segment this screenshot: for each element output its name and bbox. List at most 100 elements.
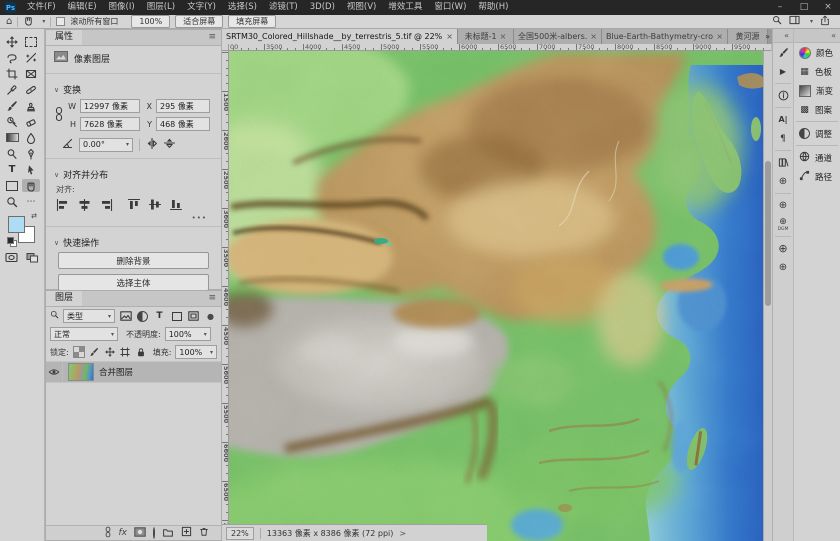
workspace-caret-icon[interactable]: ▾	[810, 18, 813, 25]
menu-window[interactable]: 窗口(W)	[428, 0, 472, 15]
panel-item-gradients[interactable]: 渐变	[794, 81, 840, 100]
align-center-v-icon[interactable]	[149, 198, 161, 214]
menu-image[interactable]: 图像(I)	[103, 0, 141, 15]
map-canvas[interactable]	[229, 51, 763, 541]
close-tab-icon[interactable]: ×	[500, 32, 507, 41]
panel-icon-actions[interactable]: ▶	[773, 62, 793, 81]
blur-tool[interactable]	[22, 131, 40, 144]
panel-icon-georeference[interactable]: ⊕	[773, 196, 793, 215]
filter-adjustment-icon[interactable]	[136, 310, 149, 322]
minimize-button[interactable]: –	[768, 0, 792, 15]
width-input[interactable]: 12997 像素	[80, 99, 140, 113]
flip-vertical-icon[interactable]	[164, 137, 175, 152]
layer-effects-icon[interactable]: fx	[119, 528, 128, 538]
align-right-icon[interactable]	[100, 199, 113, 214]
tab-overflow-icon[interactable]: »	[765, 29, 770, 44]
properties-tab[interactable]: 属性	[46, 30, 82, 45]
lock-all-icon[interactable]	[135, 346, 147, 358]
menu-type[interactable]: 文字(Y)	[181, 0, 222, 15]
collapse-dock-icon[interactable]: «	[784, 31, 789, 40]
constrain-link-icon[interactable]	[54, 106, 64, 125]
rotation-input[interactable]: 0.00° ▾	[79, 138, 133, 152]
align-left-icon[interactable]	[56, 199, 69, 214]
edit-toolbar-icon[interactable]: ⋯	[22, 195, 40, 208]
home-icon[interactable]: ⌂	[6, 16, 12, 27]
x-input[interactable]: 295 像素	[156, 99, 210, 113]
history-brush-tool[interactable]	[3, 115, 21, 128]
close-button[interactable]: ×	[816, 0, 840, 15]
h-ruler[interactable]: 0035004000450050005500600065007000750080…	[229, 44, 771, 51]
lock-position-icon[interactable]	[104, 346, 116, 358]
dodge-tool[interactable]	[3, 147, 21, 160]
lock-transparent-icon[interactable]	[73, 346, 85, 358]
panel-item-channels[interactable]: 通道	[794, 148, 840, 167]
scrollbar-thumb[interactable]	[765, 161, 771, 306]
new-layer-icon[interactable]	[181, 526, 192, 540]
flip-horizontal-icon[interactable]	[146, 138, 158, 152]
panel-menu-icon[interactable]: ≡	[203, 30, 221, 45]
close-tab-icon[interactable]: ×	[590, 32, 597, 41]
filter-type-icon[interactable]: T	[153, 310, 166, 322]
workspace-switcher-icon[interactable]	[789, 15, 800, 28]
close-tab-icon[interactable]: ×	[446, 32, 453, 41]
menu-filter[interactable]: 滤镜(T)	[263, 0, 304, 15]
align-bottom-icon[interactable]	[170, 198, 182, 214]
panel-item-paths[interactable]: 路径	[794, 167, 840, 186]
layer-visibility-toggle[interactable]	[46, 362, 63, 382]
layers-tab[interactable]: 图层	[46, 291, 82, 306]
panel-item-adjustments[interactable]: 调整	[794, 124, 840, 143]
opacity-select[interactable]: 100%▾	[165, 327, 211, 341]
scroll-all-windows-checkbox[interactable]	[56, 17, 65, 26]
fill-select[interactable]: 100%▾	[175, 345, 217, 359]
eraser-tool[interactable]	[22, 115, 40, 128]
fit-screen-button[interactable]: 适合屏幕	[175, 15, 223, 28]
menu-help[interactable]: 帮助(H)	[472, 0, 514, 15]
marquee-tool[interactable]	[22, 35, 40, 48]
remove-background-button[interactable]: 删除背景	[58, 252, 209, 269]
brush-tool[interactable]	[3, 99, 21, 112]
zoom-tool[interactable]	[3, 195, 21, 208]
layer-name[interactable]: 合并图层	[99, 366, 133, 378]
layer-mask-icon[interactable]	[134, 527, 146, 540]
adjustment-layer-icon[interactable]	[153, 528, 155, 538]
panel-icon-info[interactable]	[773, 86, 793, 105]
foreground-color-swatch[interactable]	[8, 216, 25, 233]
panel-item-swatches[interactable]: ▦ 色板	[794, 62, 840, 81]
fill-screen-button[interactable]: 填充屏幕	[228, 15, 276, 28]
share-icon[interactable]	[820, 15, 830, 29]
quick-mask-icon[interactable]	[5, 252, 18, 266]
filter-smart-object-icon[interactable]	[187, 310, 200, 322]
filter-type-select[interactable]: 类型▾	[63, 309, 115, 323]
height-input[interactable]: 7628 像素	[80, 117, 140, 131]
v-ruler[interactable]: 1500200025003000350040004500500055006000…	[222, 51, 229, 524]
align-more-icon[interactable]: •••	[46, 214, 221, 222]
align-center-h-icon[interactable]	[78, 199, 91, 214]
pen-tool[interactable]	[22, 147, 40, 160]
menu-3d[interactable]: 3D(D)	[304, 0, 341, 15]
menu-plugins[interactable]: 增效工具	[382, 0, 428, 15]
panel-icon-globe[interactable]: ⊕	[773, 239, 793, 258]
panel-icon-measurement[interactable]: ⊕	[773, 172, 793, 191]
menu-layer[interactable]: 图层(L)	[141, 0, 181, 15]
swap-colors-icon[interactable]: ⇄	[31, 212, 37, 220]
restore-button[interactable]: □	[792, 0, 816, 15]
panel-icon-character[interactable]: A|	[773, 110, 793, 129]
search-icon[interactable]	[772, 15, 782, 28]
panel-icon-paragraph[interactable]: ¶	[773, 129, 793, 148]
doc-tab-srtm[interactable]: SRTM30_Colored_Hillshade__by_terrestris_…	[222, 29, 458, 44]
crop-tool[interactable]	[3, 67, 21, 80]
frame-tool[interactable]	[22, 67, 40, 80]
panel-icon-globe-info[interactable]: ⊕	[773, 258, 793, 277]
panel-icon-brush-settings[interactable]	[773, 43, 793, 62]
type-tool[interactable]: T	[3, 163, 21, 176]
delete-layer-icon[interactable]	[199, 526, 209, 540]
canvas-scrollbar[interactable]	[763, 51, 772, 541]
y-input[interactable]: 468 像素	[156, 117, 210, 131]
object-selection-tool[interactable]	[22, 51, 40, 64]
zoom-100-button[interactable]: 100%	[131, 15, 170, 28]
hand-tool[interactable]	[22, 179, 40, 192]
healing-brush-tool[interactable]	[22, 83, 40, 96]
menu-view[interactable]: 视图(V)	[341, 0, 382, 15]
doc-tab-albers[interactable]: 全国500米-albers.tif×	[514, 29, 602, 44]
close-tab-icon[interactable]: ×	[716, 32, 723, 41]
